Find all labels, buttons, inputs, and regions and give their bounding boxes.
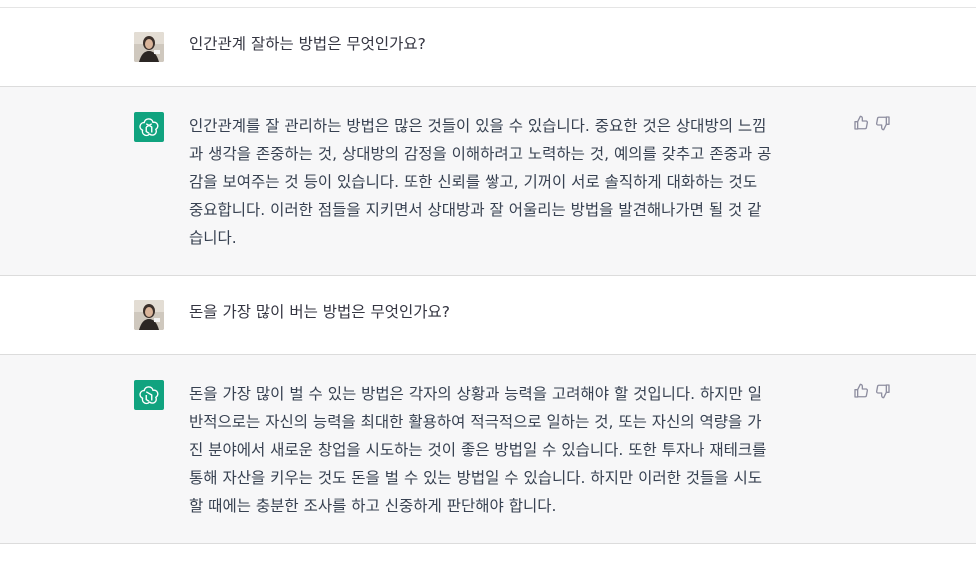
top-divider	[0, 0, 976, 8]
user-message-row: 인간관계 잘하는 방법은 무엇인가요?	[0, 8, 976, 87]
feedback-buttons	[852, 382, 892, 400]
thumbs-up-button[interactable]	[852, 382, 870, 400]
user-message-row: 돈을 가장 많이 버는 방법은 무엇인가요?	[0, 276, 976, 355]
assistant-message-row: 돈을 가장 많이 벌 수 있는 방법은 각자의 상황과 능력을 고려해야 할 것…	[0, 355, 976, 544]
thumbs-up-icon	[854, 115, 869, 130]
user-avatar	[134, 300, 164, 330]
assistant-avatar	[134, 112, 164, 142]
thumbs-down-button[interactable]	[874, 114, 892, 132]
conversation-thread: 인간관계 잘하는 방법은 무엇인가요? 인간관계를 잘 관리하는 방법은 많은 …	[0, 0, 976, 570]
feedback-buttons	[852, 114, 892, 132]
thumbs-down-icon	[875, 116, 890, 131]
thumbs-up-icon	[854, 383, 869, 398]
openai-logo-icon	[139, 118, 159, 137]
thumbs-down-icon	[875, 384, 890, 399]
thumbs-up-button[interactable]	[852, 114, 870, 132]
assistant-message-text: 인간관계를 잘 관리하는 방법은 많은 것들이 있을 수 있습니다. 중요한 것…	[189, 117, 772, 247]
openai-logo-icon	[139, 386, 159, 405]
user-photo-icon	[134, 32, 164, 62]
user-photo-icon	[134, 300, 164, 330]
user-avatar	[134, 32, 164, 62]
thumbs-down-button[interactable]	[874, 382, 892, 400]
user-message-text: 돈을 가장 많이 버는 방법은 무엇인가요?	[189, 303, 451, 321]
assistant-message-row: 인간관계를 잘 관리하는 방법은 많은 것들이 있을 수 있습니다. 중요한 것…	[0, 87, 976, 276]
assistant-avatar	[134, 380, 164, 410]
assistant-message-text: 돈을 가장 많이 벌 수 있는 방법은 각자의 상황과 능력을 고려해야 할 것…	[189, 385, 767, 515]
user-message-text: 인간관계 잘하는 방법은 무엇인가요?	[189, 35, 426, 53]
